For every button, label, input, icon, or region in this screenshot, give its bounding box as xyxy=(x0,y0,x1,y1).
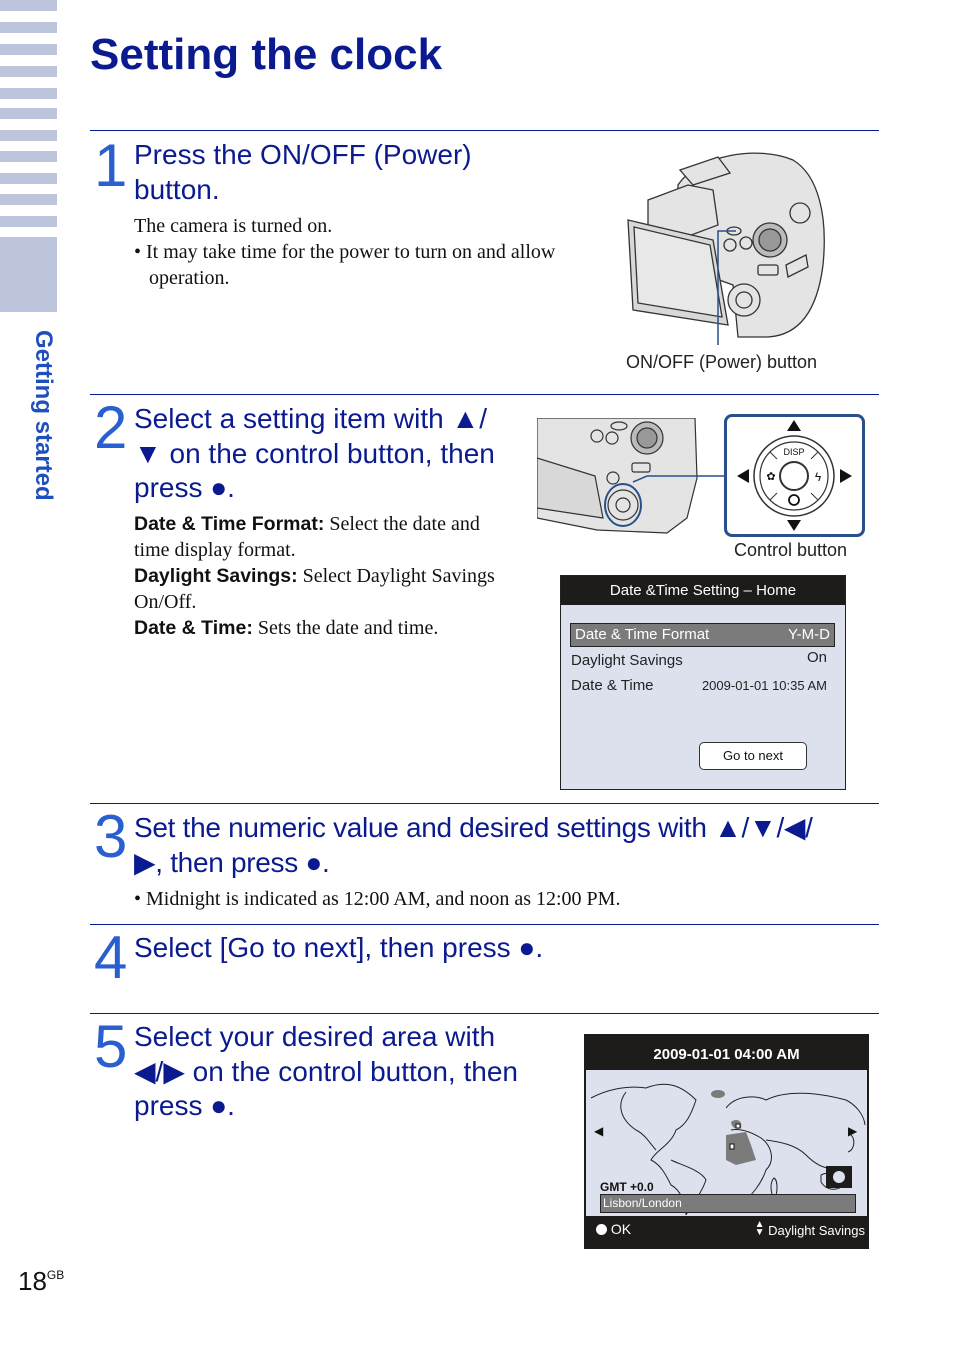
definition-item: Date & Time Format: Select the date and … xyxy=(134,511,504,563)
heading-line: ◀/▶ on the control button, then xyxy=(134,1055,518,1087)
ok-hint[interactable]: OK xyxy=(596,1221,631,1237)
heading-line: ▼ on the control button, then xyxy=(134,437,495,469)
step-body: • Midnight is indicated as 12:00 AM, and… xyxy=(134,886,874,912)
screen-title: Date &Time Setting – Home xyxy=(561,576,845,605)
heading-line: Select your desired area with xyxy=(134,1021,496,1052)
section-label[interactable]: Getting started xyxy=(28,330,58,501)
daylight-savings-hint[interactable]: ▲ ▼ Daylight Savings xyxy=(754,1219,865,1239)
menu-row-daylight-savings[interactable]: Daylight Savings On xyxy=(571,649,831,672)
bullet-item: • Midnight is indicated as 12:00 AM, and… xyxy=(134,888,621,910)
row-value: 2009-01-01 10:35 AM xyxy=(701,678,827,693)
section-divider xyxy=(90,803,879,804)
section-divider xyxy=(90,130,879,131)
selected-city-field[interactable]: Lisbon/London xyxy=(600,1194,856,1213)
heading-line: Select [Go to next], then press ●. xyxy=(134,932,544,963)
step-number: 4 xyxy=(94,924,128,991)
section-divider xyxy=(90,924,879,925)
figure-caption: Control button xyxy=(734,540,848,560)
definition-term: Date & Time Format: xyxy=(134,513,325,535)
sidebar-stripe xyxy=(0,173,57,184)
up-arrow-icon xyxy=(787,420,801,431)
row-label: Date & Time xyxy=(571,677,654,694)
step-number: 5 xyxy=(94,1013,128,1080)
ok-label: OK xyxy=(610,1221,632,1237)
step-heading: Press the ON/OFF (Power) button. xyxy=(134,138,472,207)
row-label: Daylight Savings xyxy=(571,652,683,669)
sidebar-stripe xyxy=(0,216,57,227)
map-left-arrow[interactable]: ◀ xyxy=(594,1124,603,1138)
sidebar-stripe xyxy=(0,66,57,77)
right-arrow-icon xyxy=(840,469,852,483)
section-divider xyxy=(90,1013,879,1014)
map-right-arrow[interactable]: ▶ xyxy=(848,1124,857,1138)
sidebar-stripe xyxy=(0,108,57,119)
heading-line: Select a setting item with ▲/ xyxy=(134,403,487,434)
definition-item: Date & Time: Sets the date and time. xyxy=(134,615,504,641)
figure-caption: ON/OFF (Power) button xyxy=(626,352,818,372)
row-value: Y-M-D xyxy=(788,626,830,643)
bullet-text: Midnight is indicated as 12:00 AM, and n… xyxy=(146,888,621,910)
control-dial-icon: DISP ✿ ϟ xyxy=(737,420,852,531)
up-down-arrows-icon: ▲ ▼ xyxy=(754,1219,765,1238)
page-number: 18GB xyxy=(18,1266,64,1297)
camera-detail-illustration xyxy=(537,418,727,534)
sidebar-stripe xyxy=(0,194,57,205)
menu-row-date-time-format[interactable]: Date & Time Format Y-M-D xyxy=(570,623,835,647)
heading-line: press ●. xyxy=(134,472,235,503)
daylight-label: Daylight Savings xyxy=(768,1223,865,1238)
sidebar-stripe xyxy=(0,151,57,162)
heading-line: press ●. xyxy=(134,1090,235,1121)
definition-term: Daylight Savings: xyxy=(134,565,298,587)
step-number: 1 xyxy=(94,132,128,199)
step-heading: Set the numeric value and desired settin… xyxy=(134,811,813,880)
sidebar-stripe xyxy=(0,44,57,55)
heading-line: Press the ON/OFF (Power) xyxy=(134,139,472,170)
flash-icon: ϟ xyxy=(815,470,822,484)
row-label: Date & Time Format xyxy=(575,626,710,643)
step-number: 2 xyxy=(94,394,128,461)
gmt-offset: GMT +0.0 xyxy=(600,1180,654,1194)
camera-illustration xyxy=(627,152,825,345)
sidebar-block xyxy=(0,237,57,312)
heading-line: button. xyxy=(134,173,220,205)
macro-icon: ✿ xyxy=(766,471,775,483)
step-number: 3 xyxy=(94,803,128,870)
sidebar-stripe xyxy=(0,22,57,33)
heading-line: Set the numeric value and desired settin… xyxy=(134,812,813,843)
body-text: The camera is turned on. xyxy=(134,215,333,237)
bullet-item: • It may take time for the power to turn… xyxy=(134,241,556,289)
menu-row-date-time[interactable]: Date & Time 2009-01-01 10:35 AM xyxy=(571,675,831,697)
definition-list: Date & Time Format: Select the date and … xyxy=(134,511,504,641)
screen-datetime: 2009-01-01 04:00 AM xyxy=(653,1046,800,1063)
left-arrow-icon xyxy=(737,469,749,483)
center-button-icon xyxy=(596,1224,607,1235)
go-to-next-button[interactable]: Go to next xyxy=(699,742,807,770)
sidebar-stripe xyxy=(0,130,57,141)
step-heading: Select your desired area with ◀/▶ on the… xyxy=(134,1020,518,1124)
page-number-value: 18 xyxy=(18,1266,47,1296)
disp-label: DISP xyxy=(783,447,804,457)
area-setting-screen: 2009-01-01 04:00 AM ◀ ▶ GMT +0.0 Lisbon/… xyxy=(584,1034,869,1249)
down-arrow-icon xyxy=(787,520,801,531)
page-number-suffix: GB xyxy=(46,1268,65,1282)
step-body: The camera is turned on. • It may take t… xyxy=(134,213,564,291)
control-button-diagram: DISP ✿ ϟ xyxy=(724,414,865,537)
definition-item: Daylight Savings: Select Daylight Saving… xyxy=(134,563,504,615)
definition-desc: Sets the date and time. xyxy=(257,617,439,639)
row-value: On xyxy=(806,649,827,666)
page-title: Setting the clock xyxy=(90,30,443,79)
date-time-setting-screen: Date &Time Setting – Home Date & Time Fo… xyxy=(560,575,846,790)
sidebar-stripe xyxy=(0,88,57,99)
step-heading: Select [Go to next], then press ●. xyxy=(134,931,543,966)
step-heading: Select a setting item with ▲/ ▼ on the c… xyxy=(134,402,495,506)
world-map[interactable]: ◀ ▶ GMT +0.0 Lisbon/London xyxy=(586,1070,867,1216)
heading-line: ▶, then press ●. xyxy=(134,846,330,878)
bullet-text: It may take time for the power to turn o… xyxy=(146,241,556,289)
section-divider xyxy=(90,394,879,395)
sidebar-stripe xyxy=(0,0,57,11)
definition-term: Date & Time: xyxy=(134,617,253,639)
